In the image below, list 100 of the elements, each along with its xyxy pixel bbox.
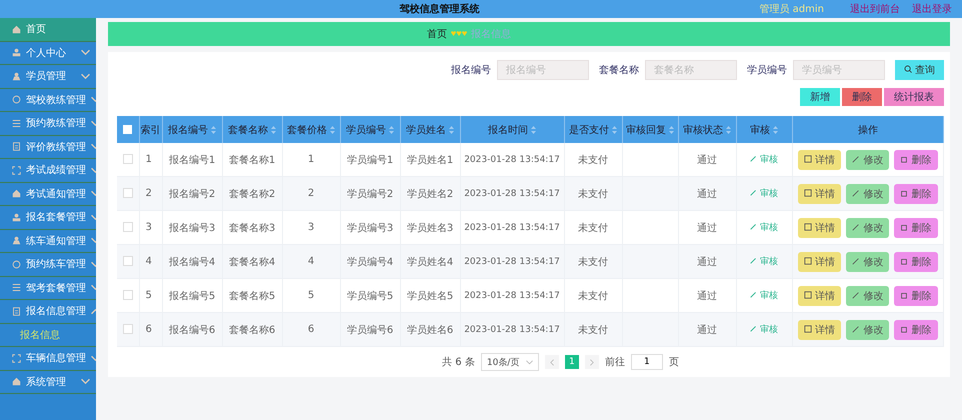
header-link[interactable]: 退出到前台: [850, 2, 900, 16]
column-header[interactable]: 套餐名称: [222, 116, 282, 143]
menu-icon: [12, 118, 21, 128]
select-all-checkbox[interactable]: [123, 124, 132, 134]
sidebar-item[interactable]: 个人中心: [0, 42, 96, 65]
edit-button[interactable]: 修改: [846, 150, 890, 170]
edit-button[interactable]: 修改: [846, 320, 890, 340]
sort-icon[interactable]: [773, 126, 778, 134]
column-header[interactable]: 套餐价格: [282, 116, 340, 143]
column-header[interactable]: 索引: [139, 116, 162, 143]
page-number[interactable]: 1: [564, 355, 579, 369]
add-button[interactable]: 新增: [800, 88, 840, 106]
column-header[interactable]: 是否支付: [564, 116, 622, 143]
sort-icon[interactable]: [330, 126, 335, 134]
sort-icon[interactable]: [271, 126, 276, 134]
sidebar-item[interactable]: 预约练车管理: [0, 253, 96, 276]
sort-icon[interactable]: [449, 126, 454, 134]
sidebar-item[interactable]: 学员管理: [0, 65, 96, 88]
sidebar-item[interactable]: 预约教练管理: [0, 112, 96, 136]
column-header[interactable]: 学员编号: [340, 116, 400, 143]
sidebar-item[interactable]: 考试成绩管理: [0, 159, 96, 182]
column-header[interactable]: 审核: [736, 116, 792, 143]
row-checkbox[interactable]: [122, 324, 133, 334]
column-header[interactable]: 审核回复: [622, 116, 678, 143]
menu-icon: [12, 166, 21, 175]
total-count: 共 6 条: [442, 356, 475, 369]
prev-page-button[interactable]: [544, 355, 559, 369]
table-cell: 未支付: [564, 312, 622, 346]
sort-icon[interactable]: [669, 126, 674, 134]
edit-button[interactable]: 修改: [846, 252, 890, 272]
column-header[interactable]: 学员姓名: [400, 116, 460, 143]
review-link[interactable]: 审核: [750, 223, 778, 233]
sort-icon[interactable]: [612, 126, 617, 134]
pencil-icon: [750, 291, 758, 298]
details-button[interactable]: 详情: [798, 150, 842, 170]
pencil-icon: [750, 325, 758, 332]
sidebar-item[interactable]: 驾考套餐管理: [0, 276, 96, 300]
delete-button[interactable]: 删除: [842, 88, 882, 106]
sidebar-item[interactable]: 练车通知管理: [0, 230, 96, 253]
report-button[interactable]: 统计报表: [884, 88, 944, 106]
table-cell: 2023-01-28 13:54:17: [460, 176, 564, 210]
sidebar-item[interactable]: 首页: [0, 18, 96, 42]
page-size-select[interactable]: 10条/页: [480, 353, 539, 371]
sort-icon[interactable]: [211, 126, 216, 134]
table-cell: 6: [282, 312, 340, 346]
edit-button[interactable]: 修改: [846, 184, 890, 204]
sort-icon[interactable]: [531, 126, 536, 134]
field-label: 套餐名称: [598, 64, 639, 77]
review-link[interactable]: 审核: [750, 155, 778, 165]
breadcrumb-link[interactable]: 首页: [427, 27, 447, 41]
column-header[interactable]: 报名编号: [162, 116, 222, 143]
sidebar-item[interactable]: 车辆信息管理: [0, 347, 96, 370]
delete-button[interactable]: 删除: [894, 218, 938, 238]
column-header[interactable]: 操作: [792, 116, 944, 143]
menu-icon: [12, 142, 21, 152]
sidebar-item[interactable]: 驾校教练管理: [0, 88, 96, 112]
sidebar-item[interactable]: 系统管理: [0, 370, 96, 394]
delete-button[interactable]: 删除: [894, 150, 938, 170]
row-checkbox[interactable]: [122, 256, 133, 266]
sidebar-item[interactable]: 报名套餐管理: [0, 206, 96, 230]
review-link[interactable]: 审核: [750, 257, 778, 267]
edit-button[interactable]: 修改: [846, 286, 890, 306]
pencil-icon: [852, 256, 860, 264]
breadcrumb-current: 报名信息: [471, 28, 511, 41]
delete-button[interactable]: 删除: [894, 184, 938, 204]
details-button[interactable]: 详情: [798, 218, 842, 238]
details-button[interactable]: 详情: [798, 252, 842, 272]
page-input[interactable]: 1: [630, 354, 663, 370]
search-button[interactable]: 查询: [894, 60, 944, 80]
details-button[interactable]: 详情: [798, 286, 842, 306]
row-checkbox[interactable]: [122, 154, 133, 164]
next-page-button[interactable]: [584, 355, 599, 369]
menu-icon: [12, 212, 21, 222]
table-cell: 通过: [678, 176, 736, 210]
table-cell: 学员姓名4: [400, 244, 460, 278]
review-link[interactable]: 审核: [750, 291, 778, 301]
sidebar-subitem[interactable]: 报名信息: [0, 324, 96, 347]
delete-button[interactable]: 删除: [894, 286, 938, 306]
menu-icon: [12, 377, 21, 386]
sidebar-item[interactable]: 报名信息管理: [0, 300, 96, 324]
review-link[interactable]: 审核: [750, 189, 778, 199]
row-checkbox[interactable]: [122, 290, 133, 300]
table-cell: 2: [139, 176, 162, 210]
pencil-icon: [750, 223, 758, 230]
edit-button[interactable]: 修改: [846, 218, 890, 238]
delete-button[interactable]: 删除: [894, 252, 938, 272]
sidebar-item[interactable]: 考试通知管理: [0, 182, 96, 206]
column-header[interactable]: 报名时间: [460, 116, 564, 143]
sort-icon[interactable]: [726, 126, 731, 134]
row-checkbox[interactable]: [122, 222, 133, 232]
details-button[interactable]: 详情: [798, 320, 842, 340]
review-link[interactable]: 审核: [750, 325, 778, 335]
menu-icon: [12, 354, 21, 363]
sort-icon[interactable]: [389, 126, 394, 134]
header-link[interactable]: 退出登录: [912, 2, 952, 16]
column-header[interactable]: 审核状态: [678, 116, 736, 143]
row-checkbox[interactable]: [122, 188, 133, 198]
delete-button[interactable]: 删除: [894, 320, 938, 340]
sidebar-item[interactable]: 评价教练管理: [0, 136, 96, 159]
details-button[interactable]: 详情: [798, 184, 842, 204]
